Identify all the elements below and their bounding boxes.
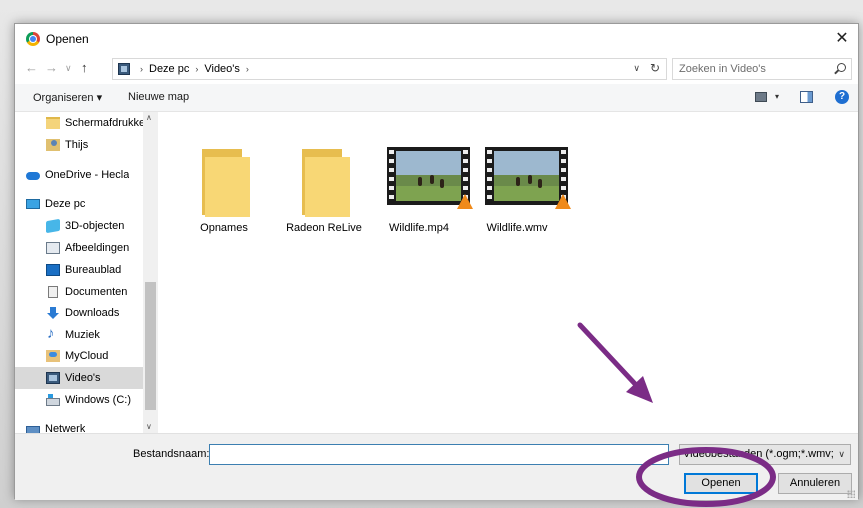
breadcrumb-deze-pc[interactable]: Deze pc xyxy=(149,63,189,75)
user-folder-icon xyxy=(46,139,60,151)
close-button[interactable]: ✕ xyxy=(826,24,858,54)
sidebar-item-thijs[interactable]: Thijs xyxy=(15,134,143,156)
file-name-bar: Bestandsnaam: Videobestanden (*.ogm;*.wm… xyxy=(15,433,858,500)
search-input[interactable] xyxy=(673,59,823,79)
folder-icon xyxy=(46,117,60,129)
chevron-down-icon[interactable]: ∨ xyxy=(835,445,845,464)
title-bar: Openen ✕ xyxy=(15,24,858,54)
chrome-icon xyxy=(26,32,40,46)
change-view-icon[interactable] xyxy=(755,92,767,102)
breadcrumb-separator[interactable]: › xyxy=(140,64,143,74)
file-name: Wildlife.mp4 xyxy=(389,222,449,234)
folder-icon xyxy=(202,149,250,217)
command-toolbar: Organiseren ▾ Nieuwe map ▾ ? xyxy=(15,84,858,112)
breadcrumb-separator[interactable]: › xyxy=(195,64,198,74)
sidebar-item-label: Video's xyxy=(65,372,101,384)
file-name: Opnames xyxy=(200,222,248,234)
sidebar-item-deze-pc[interactable]: Deze pc xyxy=(15,193,143,215)
up-button[interactable]: ↑ xyxy=(81,60,88,75)
refresh-button[interactable]: ↻ xyxy=(650,61,660,75)
sidebar-item-label: 3D-objecten xyxy=(65,220,125,232)
drive-icon xyxy=(46,393,60,406)
sidebar-item-onedrive[interactable]: OneDrive - Hecla xyxy=(15,164,143,186)
scroll-down-arrow-icon[interactable]: ∨ xyxy=(146,422,152,431)
resize-grip[interactable] xyxy=(847,490,855,498)
folder-icon xyxy=(302,149,350,217)
navigation-pane: Schermafdrukken Thijs OneDrive - Hecla D… xyxy=(15,112,158,433)
sidebar-item-label: Documenten xyxy=(65,286,128,298)
sidebar-item-netwerk[interactable]: Netwerk xyxy=(15,418,143,433)
documents-icon xyxy=(48,286,58,298)
file-type-filter[interactable]: Videobestanden (*.ogm;*.wmv; ∨ xyxy=(679,444,851,465)
breadcrumb-videos[interactable]: Video's xyxy=(204,63,240,75)
sidebar-item-label: Deze pc xyxy=(45,198,86,210)
pictures-icon xyxy=(46,242,60,254)
file-item-radeon-relive[interactable]: Radeon ReLive xyxy=(278,124,370,234)
breadcrumb-separator[interactable]: › xyxy=(246,64,249,74)
file-name: Wildlife.wmv xyxy=(486,222,548,234)
navigation-bar: ← → ∨ ↑ › Deze pc › Video's › ∨ ↻ xyxy=(15,54,858,84)
search-box xyxy=(672,58,852,80)
recent-locations-button[interactable]: ∨ xyxy=(65,63,72,74)
help-icon[interactable]: ? xyxy=(835,90,849,104)
file-type-filter-value: Videobestanden (*.ogm;*.wmv; xyxy=(683,448,834,460)
forward-button[interactable]: → xyxy=(45,60,58,75)
search-icon[interactable] xyxy=(837,63,846,72)
sidebar-item-videos[interactable]: Video's xyxy=(15,367,143,389)
videos-icon xyxy=(46,372,60,384)
sidebar-item-label: OneDrive - Hecla xyxy=(45,169,130,181)
scrollbar-thumb[interactable] xyxy=(145,282,156,410)
scroll-up-arrow-icon[interactable]: ∧ xyxy=(146,113,152,122)
sidebar-item-bureaublad[interactable]: Bureaublad xyxy=(15,259,143,281)
back-button[interactable]: ← xyxy=(25,60,38,75)
sidebar-item-label: Netwerk xyxy=(45,423,86,433)
downloads-icon xyxy=(46,307,60,319)
open-file-dialog: Openen ✕ ← → ∨ ↑ › Deze pc › Video's › ∨… xyxy=(14,23,859,500)
music-icon xyxy=(46,325,60,342)
new-folder-button[interactable]: Nieuwe map xyxy=(128,91,189,103)
sidebar-item-afbeeldingen[interactable]: Afbeeldingen xyxy=(15,237,143,259)
sidebar-item-windows-c[interactable]: Windows (C:) xyxy=(15,389,143,411)
video-thumbnail-icon xyxy=(485,147,571,209)
filename-label: Bestandsnaam: xyxy=(133,448,210,460)
onedrive-icon xyxy=(26,172,40,180)
sidebar-item-mycloud[interactable]: MyCloud xyxy=(15,345,143,367)
pc-icon xyxy=(26,199,40,209)
sidebar-item-label: Muziek xyxy=(65,329,100,341)
sidebar-item-muziek[interactable]: Muziek xyxy=(15,324,143,346)
navigation-pane-scrollbar[interactable]: ∧ ∨ xyxy=(143,112,158,433)
file-item-wildlife-wmv[interactable]: Wildlife.wmv xyxy=(471,124,571,234)
vlc-icon xyxy=(555,194,571,209)
dialog-title: Openen xyxy=(46,32,89,46)
file-item-opnames[interactable]: Opnames xyxy=(178,124,270,234)
sidebar-item-label: Schermafdrukken xyxy=(65,117,143,129)
filename-input[interactable] xyxy=(209,444,669,465)
video-thumbnail-icon xyxy=(387,147,473,209)
file-name: Radeon ReLive xyxy=(286,222,362,234)
videos-location-icon xyxy=(118,63,130,75)
address-dropdown-button[interactable]: ∨ xyxy=(633,63,640,74)
network-icon xyxy=(26,425,40,433)
sidebar-item-label: Thijs xyxy=(65,139,89,151)
desktop-icon xyxy=(46,264,60,276)
3d-objects-icon xyxy=(46,218,60,234)
cancel-button[interactable]: Annuleren xyxy=(778,473,852,494)
sidebar-item-3d-objecten[interactable]: 3D-objecten xyxy=(15,215,143,237)
file-list: Opnames Radeon ReLive Wildlife.mp4 Wildl… xyxy=(158,112,858,433)
sidebar-item-label: Downloads xyxy=(65,307,120,319)
view-options-dropdown[interactable]: ▾ xyxy=(775,92,779,101)
sidebar-item-schermafdrukken[interactable]: Schermafdrukken xyxy=(15,112,143,134)
file-item-wildlife-mp4[interactable]: Wildlife.mp4 xyxy=(373,124,473,234)
sidebar-item-documenten[interactable]: Documenten xyxy=(15,281,143,303)
sidebar-item-label: Windows (C:) xyxy=(65,394,132,406)
sidebar-item-downloads[interactable]: Downloads xyxy=(15,302,143,324)
organize-button[interactable]: Organiseren ▾ xyxy=(33,91,102,104)
address-bar[interactable]: › Deze pc › Video's › ∨ ↻ xyxy=(112,58,667,80)
mycloud-icon xyxy=(46,350,60,362)
preview-pane-icon[interactable] xyxy=(800,91,813,103)
sidebar-item-label: Bureaublad xyxy=(65,264,122,276)
sidebar-item-label: Afbeeldingen xyxy=(65,242,130,254)
sidebar-item-label: MyCloud xyxy=(65,350,109,362)
open-button[interactable]: Openen xyxy=(684,473,758,494)
